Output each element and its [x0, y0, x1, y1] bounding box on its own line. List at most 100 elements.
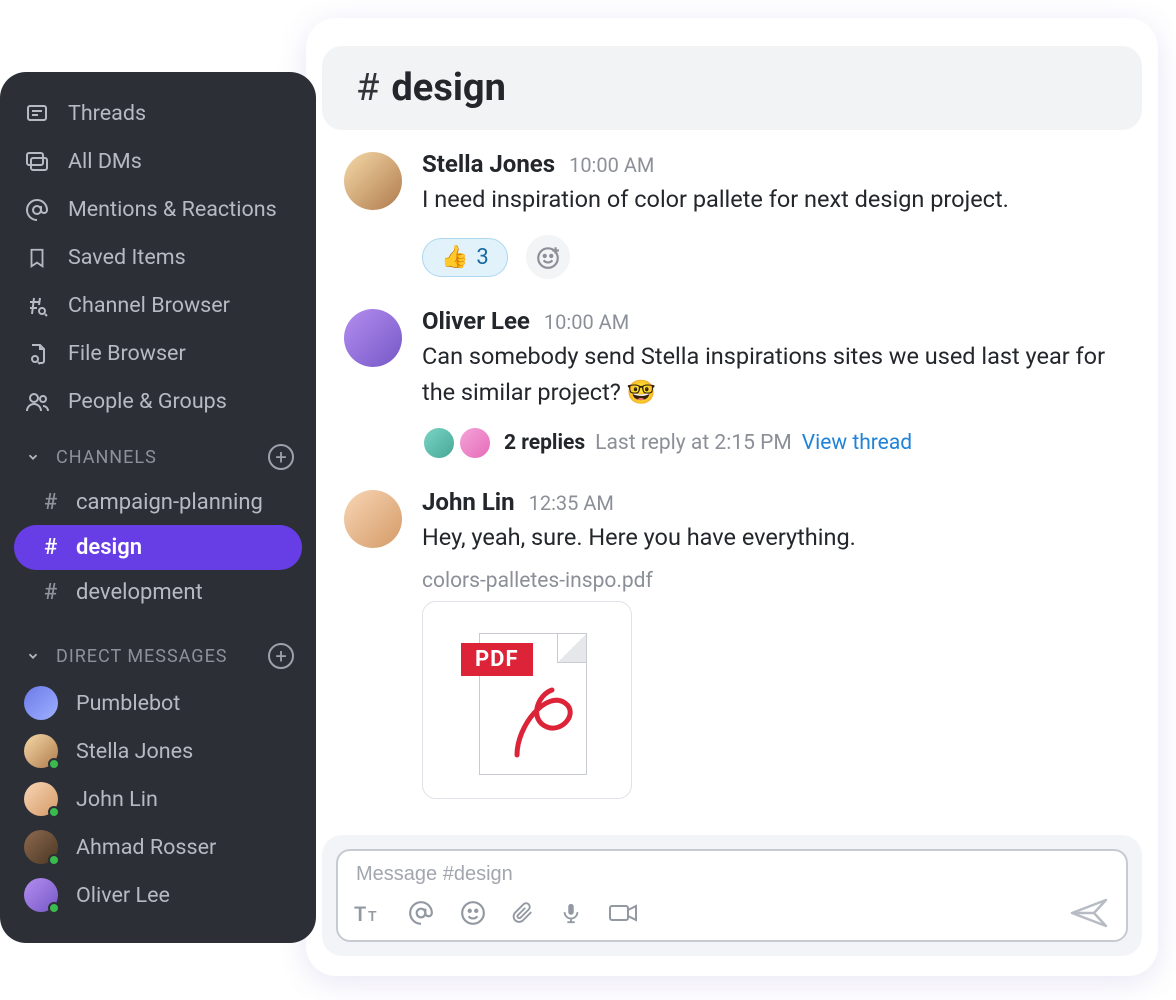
channel-design[interactable]: # design	[14, 525, 302, 570]
presence-online-icon	[48, 902, 60, 914]
reaction-emoji: 👍	[441, 245, 468, 270]
nav-file-browser[interactable]: File Browser	[0, 330, 316, 378]
dms-section-title: DIRECT MESSAGES	[56, 646, 254, 667]
presence-online-icon	[48, 758, 60, 770]
file-search-icon	[24, 342, 50, 366]
message-text: I need inspiration of color pallete for …	[422, 182, 1132, 217]
nav-label: Threads	[68, 103, 146, 125]
channel-label: design	[76, 535, 142, 560]
channel-search-icon	[24, 294, 50, 318]
avatar	[24, 734, 58, 768]
avatar	[24, 686, 58, 720]
nav-label: Saved Items	[68, 247, 186, 269]
nav-saved[interactable]: Saved Items	[0, 234, 316, 282]
hash-icon: #	[44, 580, 62, 605]
channel-header[interactable]: # design	[322, 46, 1142, 130]
nav-label: All DMs	[68, 151, 142, 173]
dms-section-header[interactable]: DIRECT MESSAGES +	[0, 615, 316, 679]
message-input[interactable]	[354, 857, 1110, 892]
reaction-thumbs-up[interactable]: 👍 3	[422, 238, 508, 277]
bookmark-icon	[24, 246, 50, 270]
message-text: Hey, yeah, sure. Here you have everythin…	[422, 520, 1132, 555]
format-text-button[interactable]: TT	[354, 901, 382, 925]
avatar[interactable]	[344, 152, 402, 210]
avatar[interactable]	[344, 490, 402, 548]
pdf-badge: PDF	[461, 643, 533, 676]
nav-label: File Browser	[68, 343, 186, 365]
nav-label: Mentions & Reactions	[68, 199, 277, 221]
dms-icon	[24, 150, 50, 174]
avatar	[24, 782, 58, 816]
message-author[interactable]: Stella Jones	[422, 150, 555, 178]
message-list: Stella Jones 10:00 AM I need inspiration…	[322, 130, 1142, 819]
channel-label: development	[76, 580, 203, 605]
mention-button[interactable]	[408, 900, 434, 926]
nav-label: Channel Browser	[68, 295, 230, 317]
view-thread-link[interactable]: View thread	[802, 431, 912, 455]
channels-section-title: CHANNELS	[56, 447, 254, 468]
dm-label: Ahmad Rosser	[76, 835, 216, 860]
avatar	[24, 878, 58, 912]
message-author[interactable]: John Lin	[422, 488, 515, 516]
file-name: colors-palletes-inspo.pdf	[422, 569, 1132, 593]
hash-icon: #	[44, 535, 62, 560]
dm-label: John Lin	[76, 787, 158, 812]
pdf-file-icon: PDF	[467, 625, 587, 775]
composer-container: TT	[322, 835, 1142, 956]
send-button[interactable]	[1070, 896, 1110, 930]
video-button[interactable]	[608, 901, 638, 925]
nav-people[interactable]: People & Groups	[0, 378, 316, 426]
chevron-down-icon	[24, 450, 42, 464]
add-reaction-button[interactable]	[526, 235, 570, 279]
dm-ahmad[interactable]: Ahmad Rosser	[0, 823, 316, 871]
presence-online-icon	[48, 806, 60, 818]
dm-label: Stella Jones	[76, 739, 193, 764]
thread-replies-count: 2 replies	[504, 431, 585, 455]
audio-button[interactable]	[560, 900, 582, 926]
message-time: 10:00 AM	[544, 310, 629, 334]
dm-label: Pumblebot	[76, 691, 180, 716]
message-time: 10:00 AM	[569, 153, 654, 177]
sidebar: Threads All DMs Mentions & Reactions Sav…	[0, 72, 316, 943]
hash-icon: #	[44, 490, 62, 515]
threads-icon	[24, 102, 50, 126]
nav-all-dms[interactable]: All DMs	[0, 138, 316, 186]
presence-online-icon	[48, 854, 60, 866]
channel-development[interactable]: # development	[14, 570, 302, 615]
dm-label: Oliver Lee	[76, 883, 170, 908]
add-dm-button[interactable]: +	[268, 643, 294, 669]
add-channel-button[interactable]: +	[268, 444, 294, 470]
message: John Lin 12:35 AM Hey, yeah, sure. Here …	[344, 488, 1132, 799]
svg-text:T: T	[354, 902, 366, 925]
reaction-count: 3	[476, 245, 488, 270]
avatar[interactable]	[344, 309, 402, 367]
channels-section-header[interactable]: CHANNELS +	[0, 426, 316, 480]
file-attachment[interactable]: PDF	[422, 601, 632, 799]
thread-last-reply: Last reply at 2:15 PM	[595, 431, 792, 455]
svg-text:T: T	[368, 909, 377, 925]
message-text: Can somebody send Stella inspirations si…	[422, 339, 1132, 410]
avatar	[458, 426, 492, 460]
main-panel: # design Stella Jones 10:00 AM I need in…	[306, 18, 1158, 976]
dm-oliver[interactable]: Oliver Lee	[0, 871, 316, 919]
channel-title: design	[391, 66, 506, 110]
thread-summary[interactable]: 2 replies Last reply at 2:15 PM View thr…	[422, 426, 1132, 460]
nav-channel-browser[interactable]: Channel Browser	[0, 282, 316, 330]
composer: TT	[336, 849, 1128, 942]
avatar	[422, 426, 456, 460]
hash-icon: #	[356, 66, 379, 110]
message-time: 12:35 AM	[529, 491, 614, 515]
message-author[interactable]: Oliver Lee	[422, 307, 530, 335]
mentions-icon	[24, 198, 50, 222]
dm-john[interactable]: John Lin	[0, 775, 316, 823]
message: Stella Jones 10:00 AM I need inspiration…	[344, 150, 1132, 279]
channel-label: campaign-planning	[76, 490, 263, 515]
chevron-down-icon	[24, 649, 42, 663]
attach-button[interactable]	[512, 900, 534, 926]
dm-pumblebot[interactable]: Pumblebot	[0, 679, 316, 727]
dm-stella[interactable]: Stella Jones	[0, 727, 316, 775]
nav-mentions[interactable]: Mentions & Reactions	[0, 186, 316, 234]
emoji-button[interactable]	[460, 900, 486, 926]
nav-threads[interactable]: Threads	[0, 90, 316, 138]
channel-campaign-planning[interactable]: # campaign-planning	[14, 480, 302, 525]
